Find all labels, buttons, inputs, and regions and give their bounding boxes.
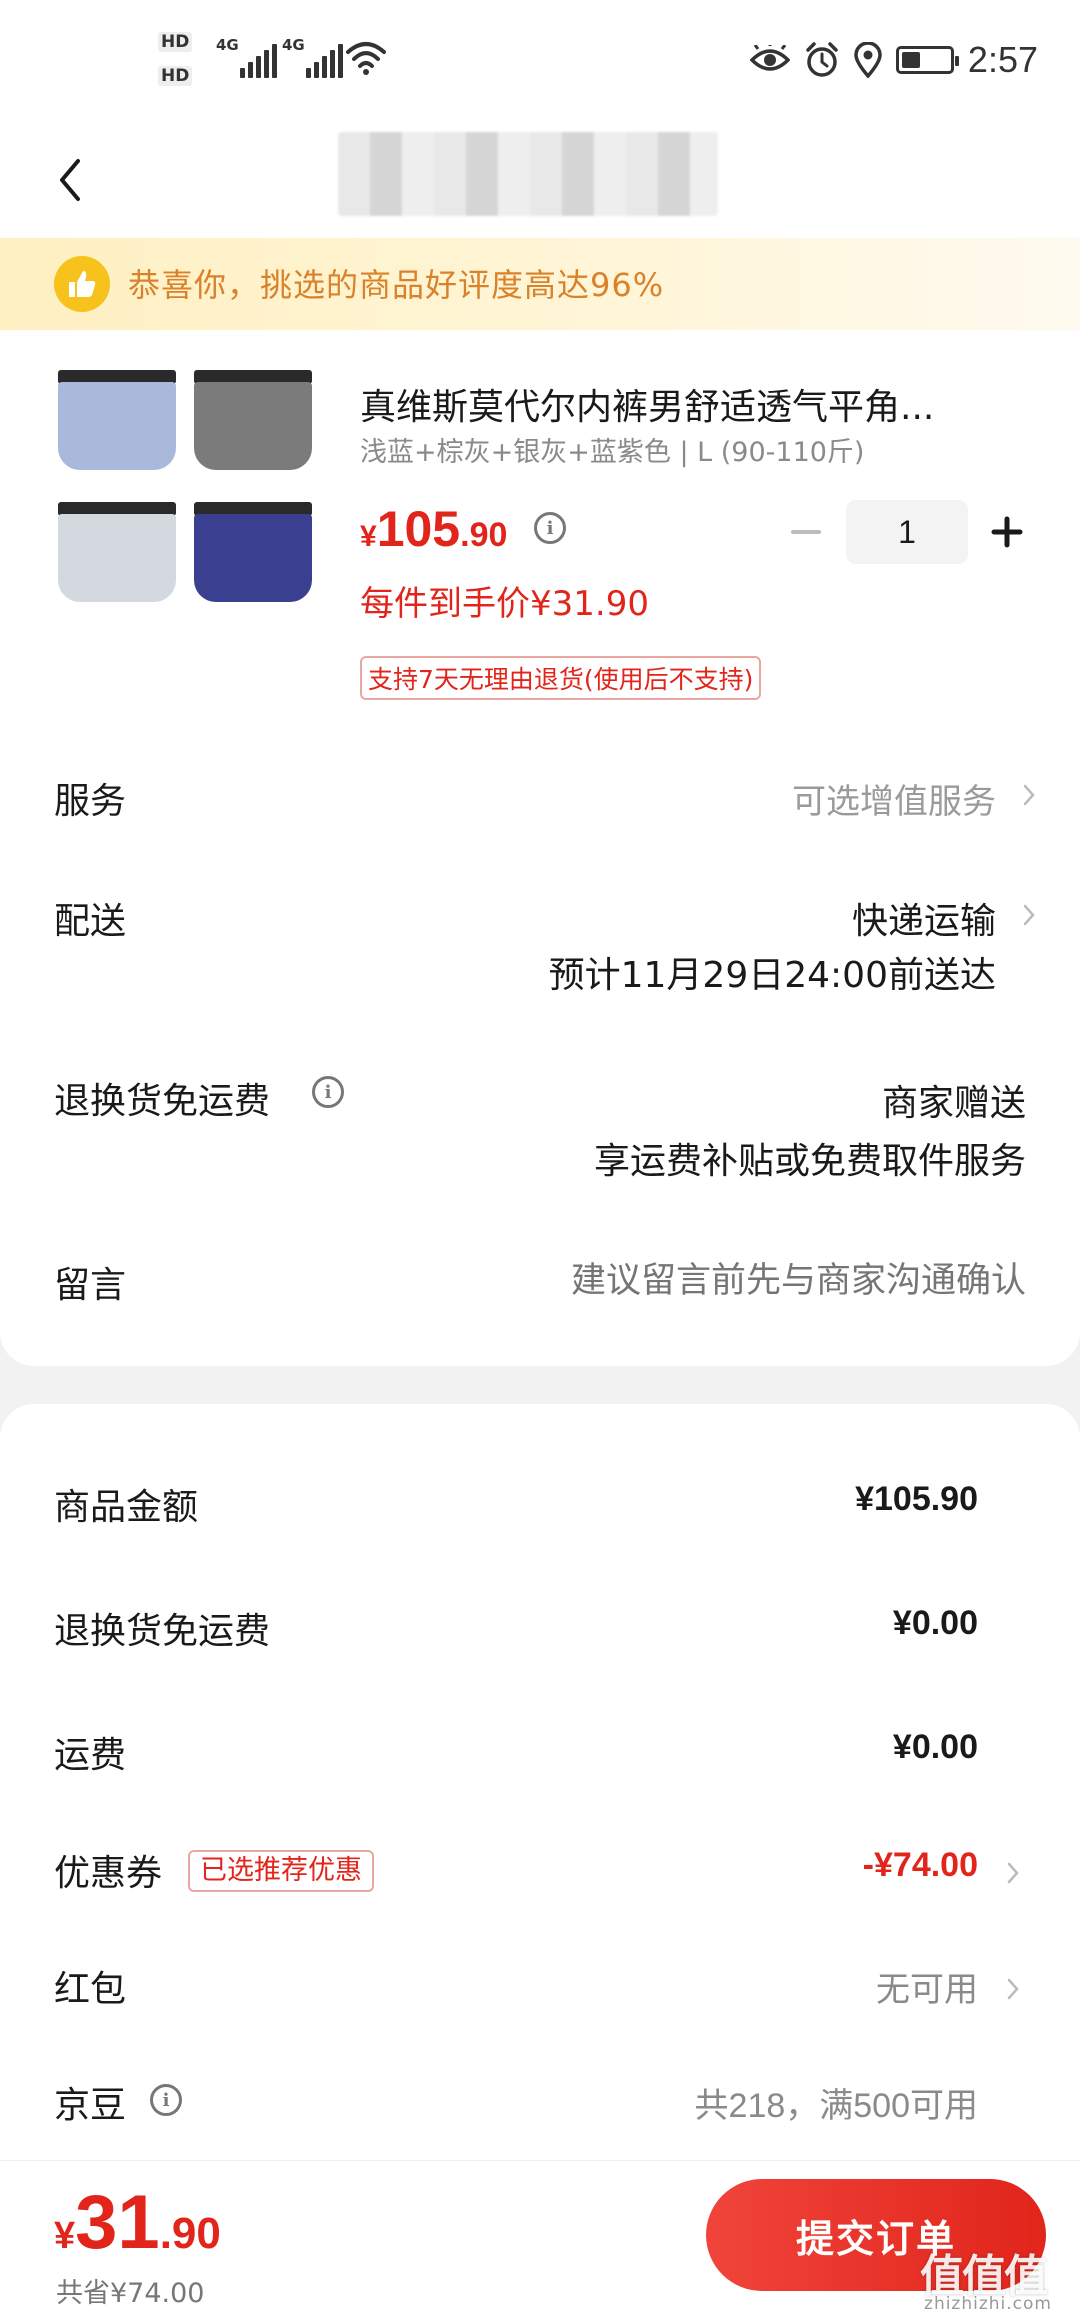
chevron-right-icon [1000,1860,1026,1886]
watermark: 值值值 zhizhizhi.com [886,2240,1066,2310]
battery-icon [895,46,959,74]
eye-icon [749,45,790,71]
coupon-value: -¥74.00 [862,1846,978,1884]
rating-banner: 恭喜你，挑选的商品好评度高达96% [0,238,1080,330]
shipping-fee-value: ¥0.00 [892,1728,978,1766]
product-image-briefs-grey [194,370,312,470]
message-row: 留言 [54,1246,1026,1316]
price-integer: 105 [376,501,461,557]
service-label: 服务 [54,781,127,822]
thumbs-up-icon [54,256,110,312]
product-thumbnail[interactable] [44,358,324,638]
product-spec[interactable]: 浅蓝+棕灰+银灰+蓝紫色 | L (90-110斤) [360,430,864,469]
chevron-right-icon [1000,1976,1026,2002]
red-packet-label: 红包 [54,1969,127,2010]
chevron-right-icon [1016,902,1042,928]
return-shipping-fee-value: ¥0.00 [892,1604,978,1642]
message-input[interactable] [406,1252,1026,1310]
return-policy-tag: 支持7天无理由退货(使用后不支持) [360,656,762,700]
service-row[interactable]: 服务 可选增值服务 [54,762,1035,832]
banner-text: 恭喜你，挑选的商品好评度高达96% [128,266,665,304]
total-decimal: .90 [159,2209,221,2258]
signal-bars-2-icon [306,38,343,78]
location-icon [854,42,882,78]
jingdou-info-icon[interactable]: i [150,2084,182,2116]
nav-bar [0,120,1080,250]
return-shipping-desc: 享运费补贴或免费取件服务 [593,1141,1026,1182]
return-shipping-row: 退换货免运费 i 商家赠送 享运费补贴或免费取件服务 [54,1062,1026,1192]
quantity-input[interactable]: 1 [846,500,968,564]
network-type-1: 4G [216,36,239,54]
coupon-row[interactable]: 优惠券 已选推荐优惠 -¥74.00 [54,1844,1026,1904]
jingdou-value: 共218，满500可用 [694,2087,978,2125]
network-type-2: 4G [282,36,305,54]
quantity-decrease-button[interactable] [784,500,828,564]
chevron-left-icon [60,159,80,201]
red-packet-row[interactable]: 红包 无可用 [54,1960,1026,2020]
product-image-briefs-silver [58,502,176,602]
hd2-badge: HD [158,66,193,86]
status-bar: HD HD 4G 4G 2:57 [0,0,1080,120]
saved-amount: 共省¥74.00 [56,2278,205,2309]
chevron-right-icon [1016,782,1042,808]
delivery-label: 配送 [54,901,127,942]
wifi-icon [346,42,386,75]
status-right: 2:57 [749,38,1038,82]
coupon-label: 优惠券 [54,1853,163,1894]
return-shipping-fee-row: 退换货免运费 ¥0.00 [54,1602,978,1662]
price-currency: ¥ [360,520,377,553]
return-shipping-fee-label: 退换货免运费 [54,1611,271,1652]
return-shipping-label: 退换货免运费 [54,1081,271,1122]
return-shipping-info-icon[interactable]: i [312,1076,344,1108]
product-price: ¥105.90 [360,500,507,558]
signal-bars-1-icon [240,38,277,78]
jingdou-label: 京豆 [54,2085,127,2126]
nav-title-obscured [338,132,718,216]
price-info-icon[interactable]: i [534,512,566,544]
return-shipping-value: 商家赠送 [881,1083,1026,1124]
product-image-briefs-navy [194,502,312,602]
hd1-badge: HD [158,32,193,52]
total-price: ¥31.90 [54,2179,221,2266]
delivery-method: 快递运输 [851,901,996,942]
goods-amount-label: 商品金额 [54,1487,199,1528]
battery-level [901,52,920,68]
signal-group: HD HD 4G 4G [158,30,348,92]
delivery-eta: 预计11月29日24:00前送达 [548,955,996,996]
watermark-url: zhizhizhi.com [924,2294,1052,2310]
back-button[interactable] [40,145,100,215]
goods-amount-value: ¥105.90 [855,1480,978,1518]
red-packet-value: 无可用 [876,1971,978,2009]
per-item-price: 每件到手价¥31.90 [360,584,649,624]
price-decimal: .90 [460,516,508,554]
status-time: 2:57 [967,39,1038,80]
delivery-row[interactable]: 配送 快递运输 预计11月29日24:00前送达 [54,882,1035,1002]
product-image-briefs-blue [58,370,176,470]
shipping-fee-label: 运费 [54,1735,127,1776]
coupon-tag: 已选推荐优惠 [188,1850,374,1892]
plus-icon [991,516,1023,548]
total-integer: 31 [75,2180,160,2265]
product-title[interactable]: 真维斯莫代尔内裤男舒适透气平角... [360,378,980,430]
total-currency: ¥ [54,2215,76,2257]
quantity-stepper: 1 [784,500,1034,564]
goods-amount-row: 商品金额 ¥105.90 [54,1478,978,1538]
quantity-increase-button[interactable] [980,500,1034,564]
alarm-icon [806,42,838,77]
message-label: 留言 [54,1265,127,1306]
minus-icon [791,530,821,534]
service-value: 可选增值服务 [792,782,996,822]
shipping-fee-row: 运费 ¥0.00 [54,1726,978,1786]
product-card: 真维斯莫代尔内裤男舒适透气平角... 浅蓝+棕灰+银灰+蓝紫色 | L (90-… [0,330,1080,1366]
jingdou-row: 京豆 i 共218，满500可用 [54,2076,978,2136]
